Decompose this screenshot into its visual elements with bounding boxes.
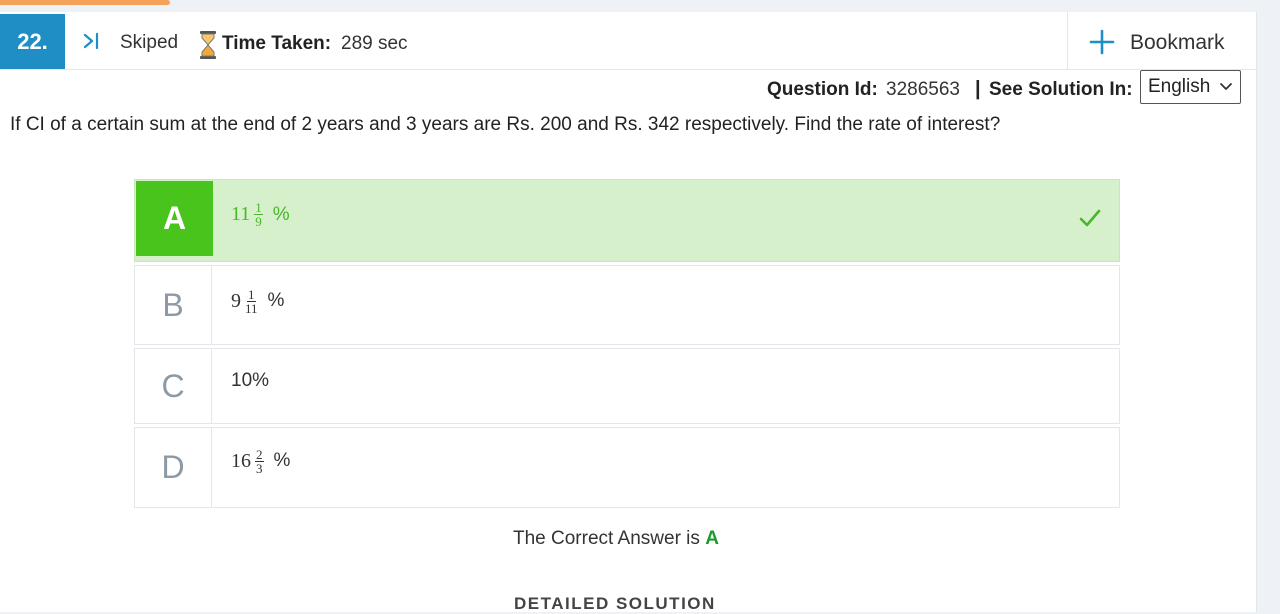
option-a[interactable]: A 11 1 9 % bbox=[134, 179, 1120, 262]
option-letter: A bbox=[136, 181, 213, 256]
top-progress-bar bbox=[0, 0, 170, 5]
correct-answer-letter: A bbox=[705, 528, 719, 549]
fraction: 1 11 bbox=[245, 288, 258, 315]
fraction-whole: 11 bbox=[231, 203, 251, 225]
correct-answer-statement: The Correct Answer is A bbox=[513, 528, 719, 550]
solution-language-label: See Solution In: bbox=[989, 79, 1133, 100]
question-id-label: Question Id: bbox=[767, 79, 878, 100]
options-list: A 11 1 9 % B 9 1 11 % C 10% D 16 2 3 % bbox=[134, 179, 1120, 508]
option-text: 10% bbox=[231, 370, 270, 391]
mixed-fraction: 9 1 11 bbox=[231, 288, 266, 315]
check-icon bbox=[1079, 209, 1101, 227]
percent-sign: % bbox=[273, 450, 291, 471]
fraction: 2 3 bbox=[255, 448, 264, 475]
option-text: 9 1 11 % bbox=[231, 266, 284, 336]
option-text: 16 2 3 % bbox=[231, 428, 290, 494]
fraction-numerator: 1 bbox=[254, 200, 263, 215]
plus-icon bbox=[1089, 29, 1115, 55]
skip-icon bbox=[83, 32, 99, 50]
option-letter: D bbox=[135, 428, 212, 507]
fraction-denominator: 3 bbox=[256, 460, 263, 476]
option-letter: C bbox=[135, 349, 212, 423]
selected-language: English bbox=[1148, 76, 1211, 97]
question-id-value: 3286563 bbox=[886, 79, 960, 100]
bookmark-label: Bookmark bbox=[1130, 31, 1225, 54]
chevron-down-icon bbox=[1220, 83, 1232, 90]
question-header: 22. Skiped Time Taken: 289 sec Bookmark bbox=[0, 12, 1257, 70]
mixed-fraction: 16 2 3 bbox=[231, 448, 272, 475]
hourglass-icon bbox=[200, 31, 216, 59]
skip-status-label: Skiped bbox=[120, 32, 179, 53]
fraction-denominator: 11 bbox=[245, 300, 258, 316]
time-taken-value: 289 sec bbox=[341, 33, 408, 54]
fraction-whole: 16 bbox=[231, 449, 251, 472]
option-text: 11 1 9 % bbox=[231, 180, 290, 249]
fraction-denominator: 9 bbox=[255, 214, 262, 229]
question-card: 22. Skiped Time Taken: 289 sec Bookmark … bbox=[0, 12, 1257, 613]
fraction-whole: 9 bbox=[231, 289, 241, 312]
fraction-numerator: 1 bbox=[247, 286, 256, 302]
correct-answer-prefix: The Correct Answer is bbox=[513, 528, 700, 549]
solution-language-select[interactable]: English bbox=[1140, 70, 1241, 104]
time-taken-label: Time Taken: bbox=[222, 33, 332, 54]
option-d[interactable]: D 16 2 3 % bbox=[134, 427, 1120, 508]
detailed-solution-heading: DETAILED SOLUTION bbox=[514, 594, 716, 613]
percent-sign: % bbox=[272, 203, 290, 225]
fraction-numerator: 2 bbox=[255, 446, 264, 462]
question-number-badge: 22. bbox=[0, 14, 65, 69]
option-b[interactable]: B 9 1 11 % bbox=[134, 265, 1120, 345]
percent-sign: % bbox=[267, 290, 285, 311]
fraction: 1 9 bbox=[254, 201, 263, 228]
question-text: If CI of a certain sum at the end of 2 y… bbox=[10, 114, 1001, 135]
meta-separator: | bbox=[975, 78, 981, 100]
option-letter: B bbox=[135, 266, 212, 344]
option-c[interactable]: C 10% bbox=[134, 348, 1120, 424]
bookmark-button[interactable]: Bookmark bbox=[1067, 12, 1257, 70]
mixed-fraction: 11 1 9 bbox=[231, 201, 271, 228]
